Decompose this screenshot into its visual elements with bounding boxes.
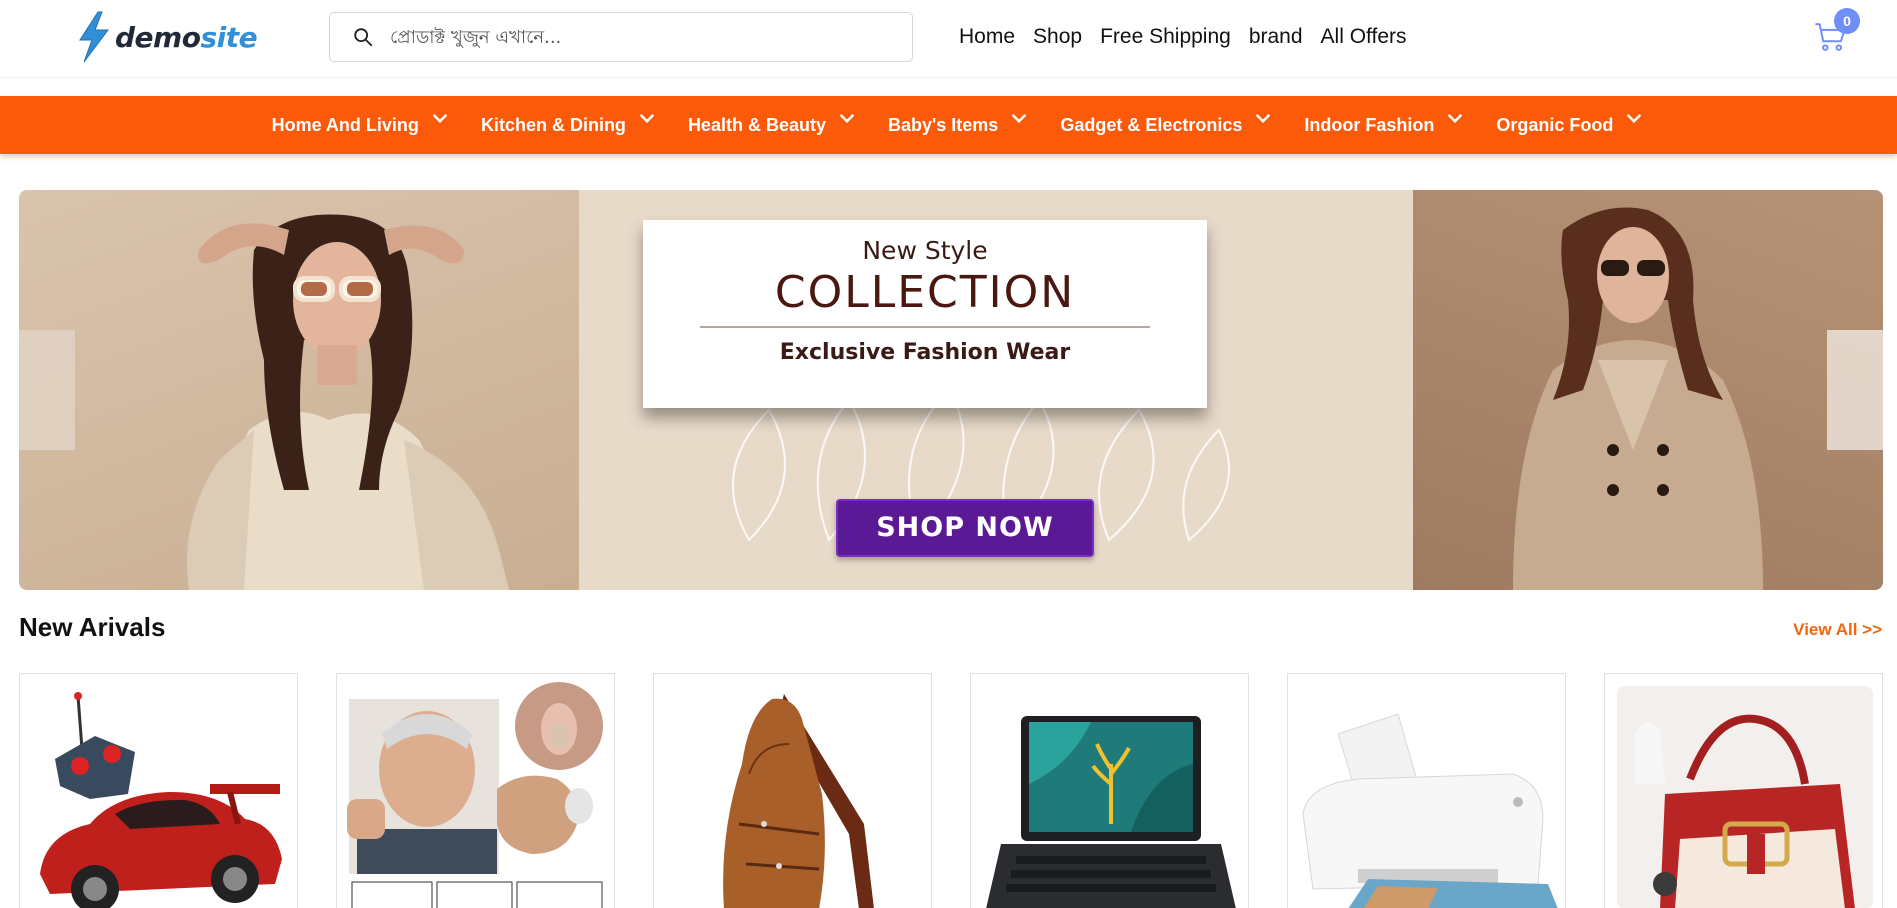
logo-text-site: site [200, 20, 258, 54]
product-grid [19, 673, 1883, 908]
category-health-and-beauty[interactable]: Health & Beauty [687, 114, 856, 136]
chevron-down-icon [433, 114, 447, 124]
hero-headline-card: New Style COLLECTION Exclusive Fashion W… [643, 220, 1207, 408]
category-label: Gadget & Electronics [1060, 114, 1243, 135]
cart-count-badge: 0 [1834, 8, 1860, 34]
slider-prev-button[interactable] [19, 330, 75, 450]
chevron-down-icon [640, 114, 654, 124]
category-label: Baby's Items [887, 114, 999, 135]
hero-subtitle: New Style [862, 236, 988, 265]
category-home-and-living[interactable]: Home And Living [271, 114, 449, 136]
rc-car-icon [40, 692, 282, 908]
chevron-down-icon [840, 114, 854, 124]
product-card[interactable] [970, 673, 1249, 908]
nav-link-shop[interactable]: Shop [1033, 24, 1082, 50]
category-label: Health & Beauty [687, 114, 826, 135]
logo-text: demosite [115, 20, 258, 54]
lightning-logo-icon [79, 11, 109, 63]
category-gadget-and-electronics[interactable]: Gadget & Electronics [1060, 114, 1272, 136]
hero-tagline: Exclusive Fashion Wear [779, 340, 1071, 365]
product-card[interactable] [1287, 673, 1566, 908]
logo-text-demo: demo [115, 20, 201, 54]
category-label: Kitchen & Dining [480, 114, 626, 135]
hero-banner-slider[interactable]: New Style COLLECTION Exclusive Fashion W… [19, 190, 1883, 590]
site-logo[interactable]: demosite [76, 10, 258, 64]
product-card[interactable] [336, 673, 615, 908]
hero-divider [700, 326, 1150, 328]
nav-link-free-shipping[interactable]: Free Shipping [1100, 24, 1231, 50]
search-input[interactable] [390, 26, 910, 48]
top-navigation: Home Shop Free Shipping brand All Offers [959, 24, 1407, 50]
category-bar: Home And Living Kitchen & Dining Health … [0, 96, 1897, 154]
product-card[interactable] [1604, 673, 1883, 908]
site-header: demosite Home Shop Free Shipping brand A… [0, 0, 1897, 78]
chevron-down-icon [1256, 114, 1271, 124]
category-label: Indoor Fashion [1304, 114, 1435, 135]
shop-now-button[interactable]: SHOP NOW [836, 499, 1094, 557]
hero-title: COLLECTION [774, 267, 1076, 318]
printer-icon [1302, 713, 1558, 908]
search-box[interactable] [329, 12, 913, 62]
model-right-image [1513, 207, 1763, 590]
category-organic-food[interactable]: Organic Food [1496, 114, 1643, 136]
nav-link-brand[interactable]: brand [1249, 24, 1303, 50]
category-babys-items[interactable]: Baby's Items [887, 114, 1028, 136]
leather-sling-bag-icon [723, 694, 874, 908]
category-label: Organic Food [1496, 114, 1614, 135]
slider-next-button[interactable] [1827, 330, 1883, 450]
chevron-down-icon [1448, 114, 1463, 124]
nav-link-all-offers[interactable]: All Offers [1321, 24, 1407, 50]
nav-link-home[interactable]: Home [959, 24, 1015, 50]
chevron-down-icon [1012, 114, 1027, 124]
chevron-down-icon [1627, 114, 1642, 124]
handbag-icon [1617, 686, 1873, 908]
section-title: New Arivals [19, 612, 166, 642]
laptop-icon [986, 716, 1236, 908]
product-card[interactable] [19, 673, 298, 908]
view-all-link[interactable]: View All >> [1793, 620, 1882, 640]
hearing-aid-icon [347, 682, 603, 908]
category-label: Home And Living [271, 114, 419, 135]
search-icon[interactable] [352, 26, 374, 48]
product-card[interactable] [653, 673, 932, 908]
category-indoor-fashion[interactable]: Indoor Fashion [1304, 114, 1464, 136]
cart-button[interactable]: 0 [1812, 8, 1860, 56]
model-left-image [187, 214, 509, 590]
category-kitchen-and-dining[interactable]: Kitchen & Dining [480, 114, 656, 136]
